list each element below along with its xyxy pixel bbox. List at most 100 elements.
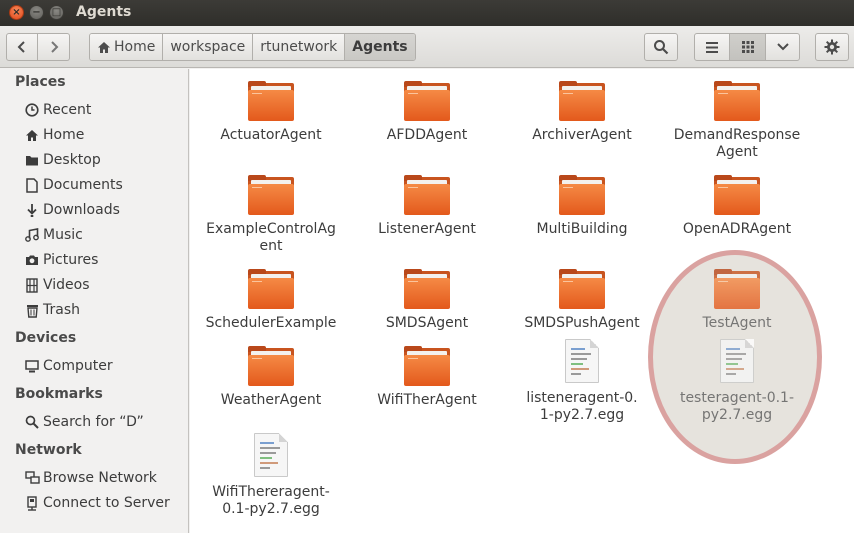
folder-item[interactable]: ListenerAgent [352,175,502,238]
item-label: listeneragent-0.1-py2.7.egg [526,390,638,423]
folder-item[interactable]: SchedulerExample [196,269,346,332]
sidebar-item-label: Connect to Server [43,495,170,511]
search-icon [654,40,669,55]
folder-item[interactable]: OpenADRAgent [662,175,812,238]
desktop-icon [26,156,38,166]
close-icon: × [12,7,21,18]
music-icon [25,228,39,242]
folder-icon [404,269,450,309]
network-icon [24,471,40,484]
folder-icon [559,81,605,121]
minimize-icon: − [32,7,41,18]
item-label: TestAgent [702,315,772,331]
camera-icon [26,255,38,265]
sidebar-item-label: Recent [43,102,92,118]
trash-icon [26,304,38,318]
file-item[interactable]: WifiThereragent-0.1-py2.7.egg [196,433,346,518]
item-label: MultiBuilding [536,221,628,237]
item-label: SchedulerExample [205,315,337,331]
sidebar-item-downloads[interactable]: Downloads [24,199,120,221]
sidebar-item-label: Trash [43,302,80,318]
sidebar-section-devices: Devices [15,330,77,346]
breadcrumb-rtunetwork[interactable]: rtunetwork [253,34,346,60]
folder-item[interactable]: TestAgent [662,269,812,332]
film-icon [26,277,38,293]
text-file-icon [254,433,288,477]
breadcrumb-label: Home [114,39,156,55]
sidebar-item-home[interactable]: Home [24,124,84,146]
settings-button[interactable] [815,33,849,61]
folder-icon [714,81,760,121]
text-file-icon [565,339,599,383]
folder-icon [559,269,605,309]
window-close-button[interactable]: × [9,5,24,20]
search-icon [25,415,39,429]
sidebar-section-network: Network [15,442,82,458]
back-button[interactable] [6,33,38,61]
sidebar-item-desktop[interactable]: Desktop [24,149,101,171]
folder-icon [714,269,760,309]
item-label: ExampleControlAgent [206,221,336,254]
item-label: SMDSPushAgent [524,315,640,331]
folder-icon [714,175,760,215]
sidebar-item-label: Home [43,127,85,143]
sidebar-item-label: Documents [43,177,123,193]
window-maximize-button[interactable]: □ [49,5,64,20]
sidebar: Places Recent Home Desktop Documents Dow… [0,69,189,533]
forward-arrow-icon [50,41,58,53]
list-view-button[interactable] [694,33,730,61]
download-icon [27,204,37,217]
toolbar: Home workspace rtunetwork Agents [0,26,854,68]
sidebar-section-bookmarks: Bookmarks [15,386,103,402]
maximize-icon: □ [51,7,62,18]
file-item[interactable]: testeragent-0.1-py2.7.egg [662,339,812,424]
sidebar-item-search-bookmark[interactable]: Search for “D” [24,411,144,433]
window-minimize-button[interactable]: − [29,5,44,20]
folder-icon [404,81,450,121]
sidebar-item-trash[interactable]: Trash [24,299,80,321]
breadcrumb-agents[interactable]: Agents [345,34,415,60]
folder-item[interactable]: WeatherAgent [196,346,346,409]
folder-item[interactable]: SMDSPushAgent [507,269,657,332]
breadcrumb-label: rtunetwork [260,39,338,55]
sidebar-item-videos[interactable]: Videos [24,274,90,296]
folder-item[interactable]: ExampleControlAgent [196,175,346,255]
folder-item[interactable]: MultiBuilding [507,175,657,238]
sidebar-item-label: Downloads [43,202,120,218]
sidebar-item-documents[interactable]: Documents [24,174,123,196]
item-label: WifiThereragent-0.1-py2.7.egg [212,484,330,517]
gear-icon [824,39,840,55]
grid-view-button[interactable] [729,33,766,61]
sidebar-section-places: Places [15,74,66,90]
folder-item[interactable]: DemandResponseAgent [662,81,812,161]
breadcrumb-home[interactable]: Home [90,34,164,60]
search-button[interactable] [644,33,678,61]
sidebar-item-music[interactable]: Music [24,224,83,246]
sidebar-item-pictures[interactable]: Pictures [24,249,98,271]
folder-item[interactable]: WifiTherAgent [352,346,502,409]
view-options-button[interactable] [765,33,800,61]
folder-item[interactable]: AFDDAgent [352,81,502,144]
file-item[interactable]: listeneragent-0.1-py2.7.egg [507,339,657,424]
folder-icon [404,175,450,215]
server-icon [27,495,37,511]
sidebar-item-connect-server[interactable]: Connect to Server [24,492,170,514]
folder-icon [248,81,294,121]
item-label: testeragent-0.1-py2.7.egg [679,390,795,423]
folder-icon [248,269,294,309]
folder-item[interactable]: ArchiverAgent [507,81,657,144]
breadcrumb-workspace[interactable]: workspace [163,34,254,60]
sidebar-item-computer[interactable]: Computer [24,355,113,377]
breadcrumb-label: workspace [170,39,246,55]
sidebar-item-label: Pictures [43,252,99,268]
sidebar-item-browse-network[interactable]: Browse Network [24,467,157,489]
item-label: WeatherAgent [220,392,322,408]
folder-item[interactable]: ActuatorAgent [196,81,346,144]
sidebar-item-recent[interactable]: Recent [24,99,91,121]
folder-icon [559,175,605,215]
forward-button[interactable] [38,33,70,61]
folder-item[interactable]: SMDSAgent [352,269,502,332]
item-label: AFDDAgent [386,127,468,143]
breadcrumb-label: Agents [352,39,408,55]
file-view: ActuatorAgent AFDDAgent ArchiverAgent De… [190,69,854,533]
